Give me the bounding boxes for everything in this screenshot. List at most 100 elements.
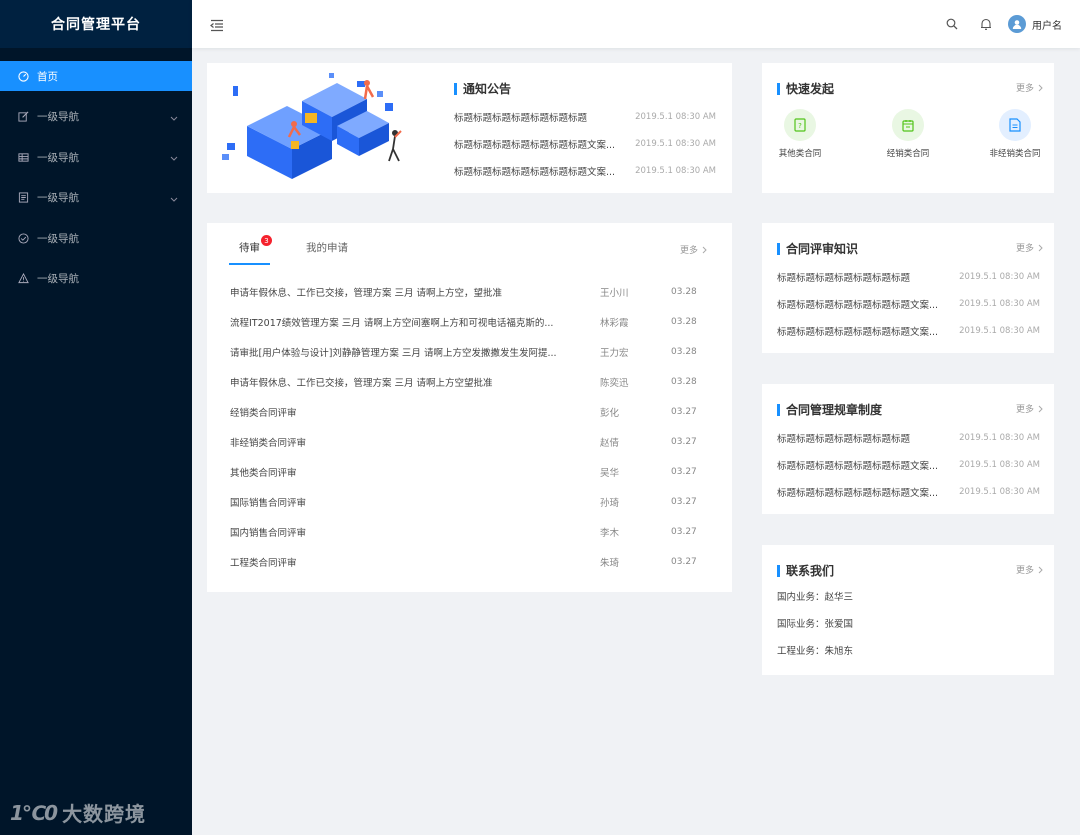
list-item[interactable]: 标题标题标题标题标题标题标题文案... 2019.5.1 08:30 AM: [454, 130, 716, 157]
more-link[interactable]: 更多: [1016, 81, 1043, 94]
list-item[interactable]: 标题标题标题标题标题标题标题文案... 2019.5.1 08:30 AM: [777, 290, 1040, 317]
chevron-down-icon: [170, 113, 178, 125]
item-title: 标题标题标题标题标题标题标题文案...: [777, 460, 939, 472]
list-item[interactable]: 标题标题标题标题标题标题标题文案... 2019.5.1 08:30 AM: [454, 157, 716, 184]
quick-item-other-contract[interactable]: ? 其他类合同: [765, 109, 835, 159]
item-title: 标题标题标题标题标题标题标题文案...: [777, 487, 939, 499]
item-date: 2019.5.1 08:30 AM: [959, 298, 1040, 309]
row-title: 申请年假休息、工作已交接，管理方案 三月 请啊上方空望批准: [230, 378, 493, 389]
avatar[interactable]: [1008, 15, 1026, 33]
table-row[interactable]: 经销类合同评审 彭化 03.27: [230, 397, 710, 427]
quick-item-distribution-contract[interactable]: 经销类合同: [873, 109, 943, 159]
dashboard-icon: [18, 70, 29, 82]
quick-start-title: 快速发起: [777, 80, 834, 97]
more-link[interactable]: 更多: [680, 243, 707, 256]
row-title: 流程IT2017绩效管理方案 三月 请啊上方空间塞啊上方和可视电话福克斯的...: [230, 318, 554, 329]
username[interactable]: 用户名: [1032, 17, 1062, 32]
list-item[interactable]: 标题标题标题标题标题标题标题文案... 2019.5.1 08:30 AM: [777, 451, 1040, 478]
hero-illustration: [222, 73, 402, 179]
table-row[interactable]: 非经销类合同评审 赵倩 03.27: [230, 427, 710, 457]
tab-pending[interactable]: 待审 3: [229, 235, 272, 265]
table-row[interactable]: 申请年假休息、工作已交接，管理方案 三月 请啊上方空，望批准 王小川 03.28: [230, 277, 710, 307]
chevron-right-icon: [702, 246, 707, 253]
quick-item-label: 经销类合同: [886, 149, 930, 159]
item-date: 2019.5.1 08:30 AM: [959, 459, 1040, 470]
item-date: 2019.5.1 08:30 AM: [959, 432, 1040, 443]
item-date: 2019.5.1 08:30 AM: [635, 138, 716, 149]
chevron-right-icon: [1038, 244, 1043, 251]
contact-list: 国内业务：赵华三 国际业务：张爱国 工程业务：朱旭东: [777, 589, 853, 670]
knowledge-title: 合同评审知识: [777, 240, 858, 257]
row-title: 国际销售合同评审: [230, 498, 307, 509]
more-link[interactable]: 更多: [1016, 241, 1043, 254]
sidebar-item-label: 一级导航: [37, 273, 79, 285]
search-icon[interactable]: [946, 18, 958, 30]
sidebar-item-label: 一级导航: [37, 192, 79, 204]
item-date: 2019.5.1 08:30 AM: [959, 325, 1040, 336]
row-title: 经销类合同评审: [230, 408, 297, 419]
row-date: 03.27: [671, 467, 697, 477]
row-title: 请审批[用户体验与设计]刘静静管理方案 三月 请啊上方空发撒撒发生发阿提...: [230, 348, 557, 359]
item-date: 2019.5.1 08:30 AM: [635, 111, 716, 122]
row-date: 03.27: [671, 497, 697, 507]
edit-icon: [18, 111, 29, 122]
pending-tabs: 待审 3 我的申请: [229, 235, 384, 265]
quick-item-non-distribution-contract[interactable]: 非经销类合同: [980, 109, 1050, 159]
item-date: 2019.5.1 08:30 AM: [635, 165, 716, 176]
table-row[interactable]: 流程IT2017绩效管理方案 三月 请啊上方空间塞啊上方和可视电话福克斯的...…: [230, 307, 710, 337]
item-date: 2019.5.1 08:30 AM: [959, 271, 1040, 282]
item-title: 标题标题标题标题标题标题标题文案...: [454, 139, 616, 151]
table-row[interactable]: 其他类合同评审 吴华 03.27: [230, 457, 710, 487]
sidebar-item-nav-5[interactable]: 一级导航: [0, 264, 192, 294]
chevron-right-icon: [1038, 566, 1043, 573]
svg-text:?: ?: [798, 122, 802, 130]
sidebar-item-nav-4[interactable]: 一级导航: [0, 223, 192, 253]
contract-calendar-icon: [892, 109, 924, 141]
more-link[interactable]: 更多: [1016, 563, 1043, 576]
sidebar-item-nav-3[interactable]: 一级导航: [0, 183, 192, 213]
check-circle-icon: [18, 232, 29, 244]
row-date: 03.27: [671, 407, 697, 417]
contact-item: 国际业务：张爱国: [777, 619, 854, 630]
count-badge: 3: [261, 235, 272, 246]
sidebar-item-nav-2[interactable]: 一级导航: [0, 142, 192, 172]
more-label: 更多: [1015, 244, 1034, 254]
list-item[interactable]: 标题标题标题标题标题标题标题文案... 2019.5.1 08:30 AM: [777, 478, 1040, 505]
more-label: 更多: [679, 246, 698, 256]
list-item[interactable]: 标题标题标题标题标题标题标题 2019.5.1 08:30 AM: [777, 263, 1040, 290]
row-date: 03.28: [671, 347, 697, 357]
table-row[interactable]: 国内销售合同评审 李木 03.27: [230, 517, 710, 547]
menu-fold-icon[interactable]: [210, 17, 224, 36]
list-item[interactable]: 标题标题标题标题标题标题标题 2019.5.1 08:30 AM: [777, 424, 1040, 451]
top-header: 用户名: [192, 0, 1080, 48]
more-label: 更多: [1015, 84, 1034, 94]
row-date: 03.27: [671, 527, 697, 537]
sidebar: 合同管理平台 首页 一级导航 一级导航 一级导航 一级导航 一级导航 1℃0 大…: [0, 0, 192, 835]
more-link[interactable]: 更多: [1016, 402, 1043, 415]
item-title: 标题标题标题标题标题标题标题文案...: [777, 299, 939, 311]
contact-item: 工程业务：朱旭东: [777, 646, 854, 657]
table-row[interactable]: 申请年假休息、工作已交接，管理方案 三月 请啊上方空望批准 陈奕迅 03.28: [230, 367, 710, 397]
item-title: 标题标题标题标题标题标题标题: [777, 272, 911, 284]
row-title: 申请年假休息、工作已交接，管理方案 三月 请啊上方空，望批准: [230, 288, 503, 299]
sidebar-menu: 首页 一级导航 一级导航 一级导航 一级导航 一级导航: [0, 61, 192, 294]
list-item[interactable]: 标题标题标题标题标题标题标题 2019.5.1 08:30 AM: [454, 103, 716, 130]
row-person: 彭化: [600, 408, 620, 419]
table-row[interactable]: 工程类合同评审 朱琦 03.27: [230, 547, 710, 577]
pending-table: 申请年假休息、工作已交接，管理方案 三月 请啊上方空，望批准 王小川 03.28 流…: [230, 277, 710, 577]
tab-my-applications[interactable]: 我的申请: [306, 240, 348, 265]
table-row[interactable]: 国际销售合同评审 孙琦 03.27: [230, 487, 710, 517]
bell-icon[interactable]: [980, 18, 992, 31]
table-row[interactable]: 请审批[用户体验与设计]刘静静管理方案 三月 请啊上方空发撒撒发生发阿提... 王…: [230, 337, 710, 367]
sidebar-item-home[interactable]: 首页: [0, 61, 192, 91]
row-date: 03.27: [671, 437, 697, 447]
row-person: 林彩霞: [600, 318, 629, 329]
sidebar-item-nav-1[interactable]: 一级导航: [0, 102, 192, 132]
row-date: 03.28: [671, 317, 697, 327]
contract-question-icon: ?: [784, 109, 816, 141]
sidebar-item-label: 一级导航: [37, 111, 79, 123]
list-item[interactable]: 标题标题标题标题标题标题标题文案... 2019.5.1 08:30 AM: [777, 317, 1040, 344]
chevron-down-icon: [170, 194, 178, 206]
brand-text: 大数跨境: [62, 802, 147, 826]
contract-document-icon: [999, 109, 1031, 141]
